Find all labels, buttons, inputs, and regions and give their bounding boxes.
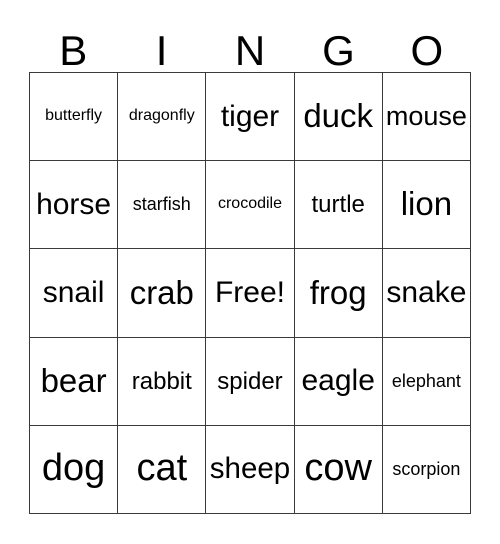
bingo-cell-label: bear xyxy=(40,361,107,399)
bingo-cell[interactable]: dragonfly xyxy=(118,73,207,162)
bingo-cell-label: butterfly xyxy=(45,107,103,125)
header-letter: O xyxy=(410,27,444,74)
bingo-cell[interactable]: tiger xyxy=(206,73,295,162)
bingo-cell[interactable]: rabbit xyxy=(118,337,207,426)
bingo-cell-label: snail xyxy=(42,276,105,310)
bingo-header-letter-b: B xyxy=(29,20,117,72)
header-letter: B xyxy=(59,27,88,74)
bingo-cell-label: cat xyxy=(136,447,188,490)
bingo-header-letter-o: O xyxy=(383,20,471,72)
bingo-cell-label: mouse xyxy=(385,101,467,132)
bingo-cell-label: turtle xyxy=(311,191,365,219)
bingo-cell[interactable]: elephant xyxy=(382,337,471,426)
bingo-grid: butterfly dragonfly tiger duck mouse hor… xyxy=(29,72,471,514)
bingo-cell-label: cow xyxy=(304,447,372,490)
header-letter: G xyxy=(322,27,355,74)
bingo-cell[interactable]: lion xyxy=(382,161,471,250)
bingo-cell[interactable]: snake xyxy=(382,249,471,338)
bingo-cell[interactable]: cow xyxy=(294,425,383,514)
bingo-header-row: B I N G O xyxy=(29,20,471,72)
bingo-cell-label: crocodile xyxy=(217,195,282,213)
bingo-cell-label: lion xyxy=(400,185,453,223)
bingo-cell-label: scorpion xyxy=(392,458,461,479)
bingo-cell[interactable]: eagle xyxy=(294,337,383,426)
bingo-cell[interactable]: snail xyxy=(30,249,119,338)
bingo-cell-label: Free! xyxy=(214,276,285,310)
bingo-header-letter-i: I xyxy=(117,20,205,72)
bingo-cell[interactable]: horse xyxy=(30,161,119,250)
bingo-cell[interactable]: mouse xyxy=(382,73,471,162)
bingo-cell[interactable]: turtle xyxy=(294,161,383,250)
bingo-cell[interactable]: sheep xyxy=(206,425,295,514)
bingo-cell-label: eagle xyxy=(301,364,375,398)
bingo-cell-label: dragonfly xyxy=(128,107,195,125)
header-letter: N xyxy=(234,27,266,74)
bingo-cell-label: frog xyxy=(309,273,367,311)
bingo-cell[interactable]: frog xyxy=(294,249,383,338)
bingo-cell[interactable]: cat xyxy=(118,425,207,514)
bingo-card: B I N G O butterfly dragonfly tiger duck… xyxy=(0,0,500,544)
bingo-cell-label: snake xyxy=(386,276,467,310)
bingo-cell[interactable]: spider xyxy=(206,337,295,426)
bingo-header-letter-n: N xyxy=(206,20,294,72)
bingo-cell-label: crab xyxy=(129,273,194,311)
header-letter: I xyxy=(155,27,168,74)
bingo-cell-label: duck xyxy=(303,97,374,135)
bingo-cell[interactable]: scorpion xyxy=(382,425,471,514)
bingo-cell-free-space[interactable]: Free! xyxy=(206,249,295,338)
bingo-cell-label: rabbit xyxy=(131,367,192,395)
bingo-cell[interactable]: crab xyxy=(118,249,207,338)
bingo-header-letter-g: G xyxy=(294,20,382,72)
bingo-cell[interactable]: starfish xyxy=(118,161,207,250)
bingo-cell[interactable]: bear xyxy=(30,337,119,426)
bingo-cell-label: dog xyxy=(41,447,106,490)
bingo-cell-label: starfish xyxy=(132,194,191,215)
bingo-cell-label: spider xyxy=(217,367,283,395)
bingo-cell-label: tiger xyxy=(220,99,280,133)
bingo-cell-label: sheep xyxy=(209,451,291,485)
bingo-cell[interactable]: butterfly xyxy=(30,73,119,162)
bingo-cell[interactable]: dog xyxy=(30,425,119,514)
bingo-cell-label: elephant xyxy=(391,370,461,391)
bingo-cell[interactable]: duck xyxy=(294,73,383,162)
bingo-cell-label: horse xyxy=(36,188,112,222)
bingo-cell[interactable]: crocodile xyxy=(206,161,295,250)
